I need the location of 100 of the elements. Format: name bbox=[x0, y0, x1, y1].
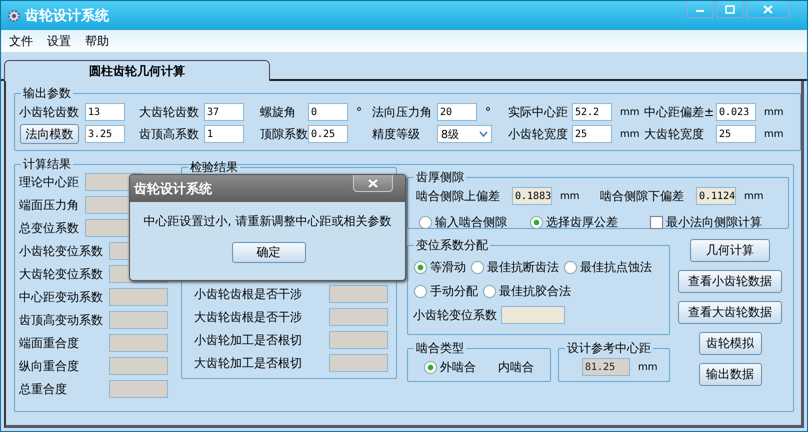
input-field[interactable]: 52.2 bbox=[572, 103, 612, 121]
group-title: 变位系数分配 bbox=[415, 237, 489, 254]
unit-label: mm bbox=[560, 190, 580, 202]
input-field[interactable]: 1 bbox=[204, 125, 244, 143]
gear-icon bbox=[7, 8, 21, 22]
field-label: 总变位系数 bbox=[19, 220, 80, 236]
readonly-field: 0.1883 bbox=[512, 187, 552, 205]
option-label: 等滑动 bbox=[430, 258, 466, 276]
action-button[interactable]: 几何计算 bbox=[690, 239, 770, 262]
action-button[interactable]: 齿轮模拟 bbox=[698, 332, 762, 355]
readonly-field bbox=[109, 288, 168, 306]
group-title: 输出参数 bbox=[22, 85, 72, 102]
field-label: 大齿轮宽度 bbox=[644, 126, 705, 142]
unit-label: mm bbox=[638, 362, 658, 372]
radio-button[interactable] bbox=[483, 284, 496, 298]
close-icon bbox=[763, 4, 773, 14]
radio-button[interactable] bbox=[530, 216, 543, 228]
ok-button[interactable]: 确定 bbox=[232, 242, 306, 263]
close-icon bbox=[368, 178, 378, 188]
input-field[interactable]: 0 bbox=[308, 103, 348, 121]
field-label: 小齿轮齿数 bbox=[19, 104, 80, 120]
option-label[interactable]: 内啮合 bbox=[498, 358, 534, 376]
option-label: 手动分配 bbox=[430, 282, 478, 300]
option-label: 最佳抗胶合法 bbox=[499, 282, 571, 300]
minimize-button[interactable] bbox=[687, 1, 713, 18]
readonly-field: 81.25 bbox=[582, 358, 630, 376]
normal-module-button[interactable]: 法向模数 bbox=[20, 124, 79, 144]
field-label: 啮合侧隙下偏差 bbox=[600, 188, 685, 204]
option-label: 选择齿厚公差 bbox=[546, 214, 618, 230]
group-title: 检验结果 bbox=[189, 159, 239, 176]
input-field[interactable]: 0.25 bbox=[308, 125, 348, 143]
unit-label: ° bbox=[356, 105, 362, 119]
field-label: 啮合侧隙上偏差 bbox=[416, 188, 501, 204]
readonly-field bbox=[329, 331, 388, 349]
field-label: 精度等级 bbox=[372, 126, 421, 142]
field-label: 端面重合度 bbox=[19, 334, 80, 352]
input-field[interactable]: 13 bbox=[85, 103, 125, 121]
maximize-icon bbox=[725, 4, 735, 14]
input-field[interactable]: 37 bbox=[204, 103, 244, 121]
field-label: 法向压力角 bbox=[372, 104, 433, 120]
close-button[interactable] bbox=[353, 175, 393, 192]
window-title: 齿轮设计系统 bbox=[25, 6, 110, 24]
unit-label: mm bbox=[764, 106, 784, 118]
grade-select[interactable]: 8级 bbox=[437, 125, 492, 143]
field-label: 小齿轮变位系数 bbox=[19, 242, 104, 260]
group-title: 计算结果 bbox=[22, 156, 72, 173]
readonly-field bbox=[109, 334, 168, 352]
field-label: 大齿轮齿根是否干涉 bbox=[194, 308, 303, 326]
radio-button[interactable] bbox=[564, 260, 577, 274]
readonly-field bbox=[109, 357, 168, 375]
input-field[interactable]: 0.023 bbox=[716, 103, 756, 121]
field-label: 顶隙系数 bbox=[260, 126, 308, 142]
maximize-button[interactable] bbox=[717, 1, 743, 18]
action-button[interactable]: 查看小齿轮数据 bbox=[678, 270, 782, 293]
readonly-field bbox=[329, 285, 388, 303]
readonly-field bbox=[329, 308, 388, 326]
input-field[interactable]: 20 bbox=[437, 103, 477, 121]
chevron-down-icon bbox=[479, 131, 488, 137]
field-label: 大齿轮加工是否根切 bbox=[194, 354, 303, 372]
action-button[interactable]: 输出数据 bbox=[698, 363, 762, 386]
input-field[interactable]: 25 bbox=[572, 125, 612, 143]
readonly-field bbox=[501, 306, 565, 324]
group-title: 设计参考中心距 bbox=[566, 340, 652, 357]
menu-item[interactable]: 文件 bbox=[9, 32, 33, 50]
radio-button[interactable] bbox=[424, 360, 437, 374]
menu-item[interactable]: 帮助 bbox=[85, 32, 109, 50]
field-label: 齿顶高系数 bbox=[139, 126, 200, 142]
readonly-field bbox=[109, 380, 168, 398]
field-label: 总重合度 bbox=[19, 380, 68, 398]
menu-item[interactable]: 设置 bbox=[47, 32, 71, 50]
field-label: 纵向重合度 bbox=[19, 358, 80, 374]
unit-label: mm bbox=[744, 190, 764, 202]
field-label: 中心距偏差± bbox=[644, 104, 716, 120]
field-label: 大齿轮齿数 bbox=[139, 104, 200, 120]
field-label: 实际中心距 bbox=[508, 104, 569, 120]
unit-label: mm bbox=[620, 128, 640, 140]
input-field[interactable]: 25 bbox=[716, 125, 756, 143]
checkbox-box[interactable] bbox=[650, 216, 663, 228]
field-label: 大齿轮变位系数 bbox=[19, 266, 104, 282]
option-label: 输入啮合侧隙 bbox=[435, 214, 507, 230]
unit-label: mm bbox=[620, 106, 640, 118]
option-label: 最佳抗点蚀法 bbox=[580, 258, 652, 276]
dialog-title: 齿轮设计系统 bbox=[134, 180, 212, 198]
group-title: 啮合类型 bbox=[415, 340, 465, 357]
input-field[interactable]: 3.25 bbox=[85, 125, 125, 143]
field-label: 小齿轮加工是否根切 bbox=[194, 332, 303, 348]
field-label: 端面压力角 bbox=[19, 196, 80, 214]
radio-button[interactable] bbox=[414, 260, 427, 274]
radio-button[interactable] bbox=[471, 260, 484, 274]
tab[interactable]: 圆柱齿轮几何计算 bbox=[4, 60, 270, 81]
field-label: 螺旋角 bbox=[260, 104, 297, 120]
close-button[interactable] bbox=[747, 1, 789, 18]
radio-button[interactable] bbox=[414, 284, 427, 298]
action-button[interactable]: 查看大齿轮数据 bbox=[678, 301, 782, 324]
unit-label: ° bbox=[485, 105, 491, 119]
field-label: 理论中心距 bbox=[19, 174, 80, 190]
radio-button[interactable] bbox=[419, 216, 432, 228]
option-label: 外啮合 bbox=[440, 358, 476, 376]
field-label: 小齿轮宽度 bbox=[508, 126, 569, 142]
option-label: 最佳抗断齿法 bbox=[487, 258, 559, 276]
